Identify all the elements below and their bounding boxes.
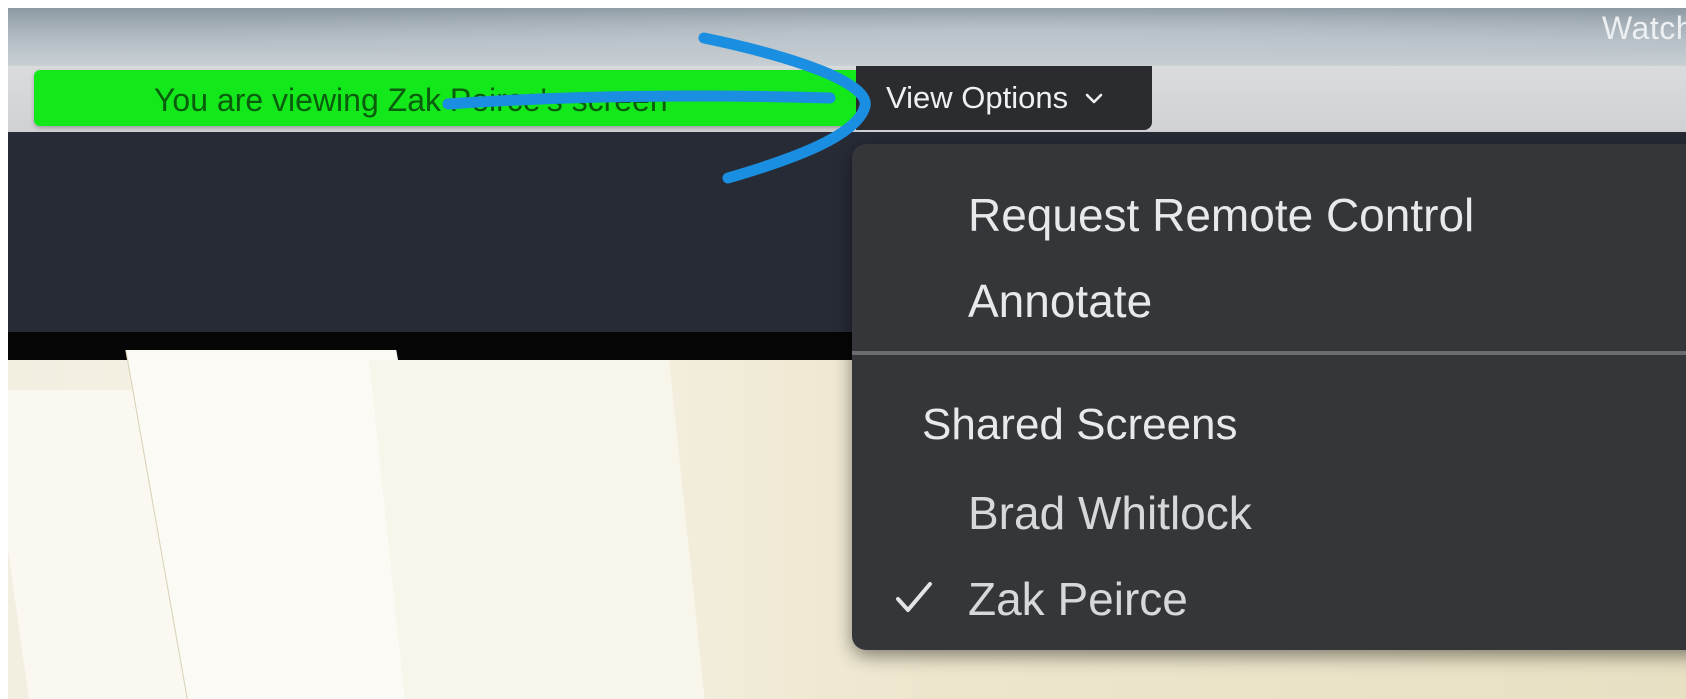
check-icon (896, 582, 932, 612)
shared-screens-header: Shared Screens (922, 400, 1238, 449)
menu-divider (852, 351, 1686, 355)
share-status-bar: You are viewing Zak Peirce's screen View… (8, 66, 1686, 132)
screen-share-window: Watch You are viewing Zak Peirce's scree… (8, 8, 1686, 699)
view-options-menu: Request Remote Control Annotate Shared S… (852, 144, 1686, 650)
view-options-button[interactable]: View Options (856, 66, 1152, 130)
paper-sheet (369, 360, 707, 699)
viewing-text: You are viewing Zak Peirce's screen (154, 82, 668, 118)
shared-screen-item[interactable]: Brad Whitlock (968, 486, 1252, 540)
watch-label: Watch (1602, 10, 1686, 46)
menu-item-annotate[interactable]: Annotate (968, 274, 1152, 328)
video-strip: Watch (8, 8, 1686, 66)
shared-screen-item-selected[interactable]: Zak Peirce (968, 572, 1188, 626)
menu-item-request-remote-control[interactable]: Request Remote Control (968, 188, 1474, 242)
view-options-label: View Options (886, 80, 1069, 115)
chevron-down-icon (1085, 93, 1103, 104)
viewing-banner: You are viewing Zak Peirce's screen (34, 70, 860, 126)
